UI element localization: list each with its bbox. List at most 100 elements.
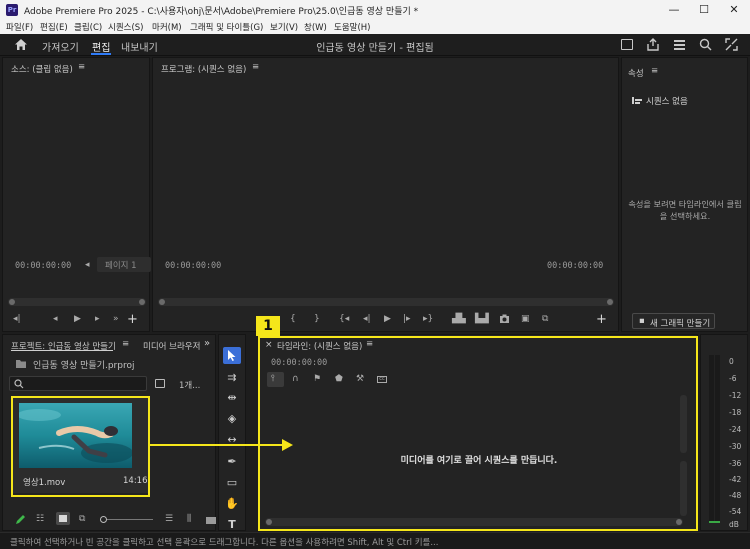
program-panel-menu-icon[interactable]: ≡ [252,62,259,72]
source-timecode[interactable]: 00:00:00:00 [15,261,71,271]
properties-section-title: 시퀀스 없음 [646,97,688,107]
source-play-icon[interactable]: ▶ [74,314,81,324]
close-button[interactable]: ✕ [722,2,746,18]
program-timecode-left[interactable]: 00:00:00:00 [165,261,221,271]
track-select-tool-icon[interactable]: ⇉ [224,371,240,385]
project-panel-menu-icon[interactable]: ≡ [122,339,129,349]
type-tool-icon[interactable]: T [224,518,240,532]
selection-tool-icon[interactable] [227,349,237,362]
project-item-count: 1개... [179,381,201,391]
source-step-back-icon[interactable]: ◂| [13,314,21,324]
new-bin-icon[interactable] [155,379,165,388]
menu-view[interactable]: 보기(V) [270,21,298,33]
source-scroll-start-handle[interactable] [9,299,15,305]
pencil-icon[interactable] [15,514,26,525]
source-panel-title[interactable]: 소스: (클립 없음) [11,63,73,75]
menu-edit[interactable]: 편집(E) [40,21,68,33]
workspaces-icon[interactable] [673,39,686,50]
meter-label-6: -6 [729,374,737,383]
program-scroll-end-handle[interactable] [607,299,613,305]
page-selector[interactable]: 페이지 1 [97,257,151,272]
home-icon[interactable] [14,38,28,51]
tab-edit[interactable]: 편집 [92,39,110,54]
tab-media-browser[interactable]: 미디어 브라우저 [143,340,200,352]
program-panel-title[interactable]: 프로그램: (시퀀스 없음) [161,63,246,75]
freeform-view-icon[interactable]: ⧉ [79,514,85,524]
project-search-input[interactable] [9,376,147,391]
source-panel-menu-icon[interactable]: ≡ [78,62,85,72]
menu-sequence[interactable]: 시퀀스(S) [108,21,144,33]
list-view-icon[interactable]: ☷ [36,514,44,524]
tab-export[interactable]: 내보내기 [121,39,158,54]
panel-layout-icon[interactable] [621,39,633,50]
program-add-button-icon[interactable]: + [596,312,607,327]
source-add-button-icon[interactable]: + [127,312,138,327]
source-scroll-end-handle[interactable] [139,299,145,305]
panel-overflow-icon[interactable]: » [204,338,210,349]
source-step-forward-icon[interactable]: ▸ [95,314,100,324]
play-icon[interactable]: ▶ [384,314,391,324]
properties-panel: 속성 ≡ 시퀀스 없음 속성을 보려면 타임라인에서 클립을 선택하세요. ▪ … [621,57,748,332]
document-title: 인급동 영상 만들기 - 편집됨 [316,43,434,54]
source-scrollbar[interactable] [8,298,146,306]
program-scrollbar[interactable] [158,298,614,306]
program-scroll-start-handle[interactable] [159,299,165,305]
tab-import[interactable]: 가져오기 [42,39,79,54]
menu-file[interactable]: 파일(F) [6,21,33,33]
minimize-button[interactable]: — [662,2,686,18]
step-forward-icon[interactable]: |▸ [403,314,411,324]
export-frame-icon[interactable] [499,314,510,324]
source-left-arrow-icon[interactable]: ◂ [85,260,90,270]
workspace-header: 인급동 영상 만들기 - 편집됨 가져오기 편집 내보내기 [0,34,750,56]
menu-window[interactable]: 창(W) [304,21,327,33]
sort-icon[interactable]: ☰ [165,514,173,524]
extract-icon[interactable]: ▙▟ [475,314,489,324]
new-bin-folder-icon[interactable] [206,517,216,524]
mark-out-icon[interactable]: } [314,314,320,324]
icon-view-button[interactable] [56,512,70,525]
maximize-button[interactable]: ☐ [692,2,716,18]
zoom-slider-track[interactable] [107,519,153,520]
menu-marker[interactable]: 마커(M) [152,21,182,33]
pen-tool-icon[interactable]: ✒ [224,455,240,469]
icon-view-icon [59,515,67,522]
properties-empty-message: 속성을 보려면 타임라인에서 클립을 선택하세요. [628,199,742,221]
menu-clip[interactable]: 클립(C) [74,21,102,33]
active-tab-indicator [91,53,111,55]
new-graphic-button[interactable]: ▪ 새 그래픽 만들기 [632,313,715,329]
drag-arrow-icon [148,439,293,451]
automate-icon[interactable]: ⫼ [187,514,191,524]
meter-label-db: dB [729,520,739,529]
meter-label-18: -18 [729,408,742,417]
project-file-icon [16,360,26,368]
meter-label-0: 0 [729,357,734,366]
menu-graphics-titles[interactable]: 그래픽 및 타이틀(G) [190,21,263,33]
search-help-icon[interactable] [699,38,712,51]
fullscreen-icon[interactable] [725,38,738,51]
razor-tool-icon[interactable]: ◈ [224,412,240,426]
ripple-edit-tool-icon[interactable]: ⇹ [224,391,240,405]
go-to-in-icon[interactable]: {◂ [339,314,349,324]
zoom-slider-handle[interactable] [100,516,107,523]
meter-label-24: -24 [729,425,742,434]
rectangle-tool-icon[interactable]: ▭ [224,476,240,490]
mark-in-icon[interactable]: { [290,314,296,324]
sequence-icon [632,97,642,104]
hand-tool-icon[interactable]: ✋ [224,497,240,511]
lift-icon[interactable]: ▟▙ [452,314,466,324]
go-to-out-icon[interactable]: ▸} [423,314,433,324]
source-monitor-panel: 소스: (클립 없음) ≡ 00:00:00:00 ◂ 페이지 1 ◂| ◂ ▶… [2,57,151,332]
source-step-back-frame-icon[interactable]: ◂ [53,314,58,324]
menu-help[interactable]: 도움말(H) [334,21,370,33]
share-icon[interactable] [647,38,659,51]
meter-label-42: -42 [729,475,742,484]
source-overflow-icon[interactable]: » [113,314,119,324]
step-back-icon[interactable]: ◂| [363,314,371,324]
comparison-view-icon[interactable]: ▣ [521,314,530,324]
program-timecode-right: 00:00:00:00 [547,261,604,271]
properties-panel-title[interactable]: 속성 [628,67,644,79]
proxy-toggle-icon[interactable]: ⧉ [542,314,548,324]
properties-panel-menu-icon[interactable]: ≡ [651,66,658,76]
timeline-highlight-box [258,336,698,531]
meter-label-48: -48 [729,491,742,500]
